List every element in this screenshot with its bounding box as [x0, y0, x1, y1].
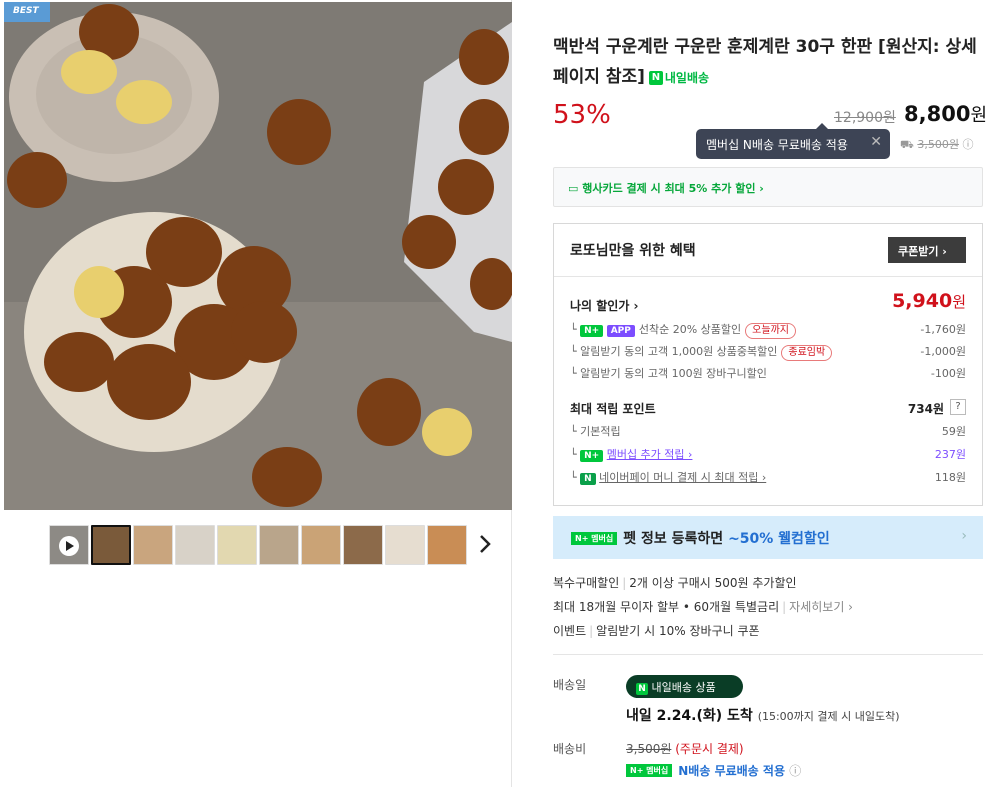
- benefit-heading: 로또님만을 위한 혜택: [570, 243, 696, 259]
- thumbnail-item[interactable]: [343, 525, 383, 565]
- chevron-right-icon[interactable]: [478, 533, 492, 555]
- shipping-fee: 3,500원 (주문시 결제): [626, 742, 744, 756]
- tomorrow-delivery-badge: N 내일배송 상품: [626, 675, 743, 698]
- membership-tooltip: 멤버십 N배송 무료배송 적용 ✕: [696, 123, 890, 159]
- discount-rate: 53%: [553, 100, 611, 130]
- help-icon[interactable]: ?: [950, 399, 966, 415]
- discount-row: └ 알림받기 동의 고객 1,000원 상품중복할인 종료임박 -1,000원: [570, 343, 966, 361]
- card-icon: ▭: [568, 182, 583, 195]
- shipping-fee-small: ⛟ 3,500원 ⓘ: [900, 138, 974, 151]
- delivery-date: 내일 2.24.(화) 도착 (15:00까지 결제 시 내일도착): [626, 708, 900, 724]
- membership-badge: N+ 멤버십: [571, 532, 618, 545]
- thumbnail-item[interactable]: [133, 525, 173, 565]
- product-main-image[interactable]: [4, 2, 512, 510]
- card-promo[interactable]: ▭ 행사카드 결제 시 최대 5% 추가 할인 ›: [553, 167, 983, 207]
- sale-price: 8,800원: [904, 102, 987, 126]
- nplus-badge: N+: [580, 450, 604, 462]
- coupon-button[interactable]: 쿠폰받기 ›: [888, 237, 966, 263]
- detail-link[interactable]: 자세히보기 ›: [789, 600, 853, 614]
- npay-icon: N: [580, 473, 596, 485]
- discount-row: └ 알림받기 동의 고객 100원 장바구니할인 -100원: [570, 367, 966, 380]
- nplus-badge: N+: [580, 325, 604, 337]
- best-badge: BEST: [4, 2, 50, 22]
- event-info: 이벤트 | 알림받기 시 10% 장바구니 쿠폰: [553, 624, 760, 638]
- close-icon[interactable]: ✕: [870, 134, 882, 150]
- n-delivery-icon: N: [636, 683, 648, 695]
- app-badge: APP: [606, 325, 635, 337]
- chevron-right-icon: ›: [961, 528, 967, 544]
- pet-promo-banner[interactable]: N+ 멤버십 펫 정보 등록하면 ~50% 웰컴할인 ›: [553, 516, 983, 559]
- membership-badge: N+ 멤버십: [626, 764, 673, 777]
- thumbnail-strip: [49, 525, 467, 565]
- thumbnail-item[interactable]: [427, 525, 467, 565]
- installment-info: 최대 18개월 무이자 할부 • 60개월 특별금리 | 자세히보기 ›: [553, 600, 853, 614]
- deadline-tag: 오늘까지: [745, 323, 796, 339]
- points-label: 최대 적립 포인트: [570, 402, 656, 416]
- thumbnail-item[interactable]: [385, 525, 425, 565]
- product-title: 맥반석 구운계란 구운란 훈제계란 30구 한판 [원산지: 상세페이지 참조]…: [553, 32, 983, 93]
- my-price-label[interactable]: 나의 할인가 ›: [570, 297, 639, 314]
- points-value: 734원: [907, 402, 944, 416]
- truck-icon: ⛟: [900, 138, 918, 151]
- n-shipping-free: N+ 멤버십 N배송 무료배송 적용 ⓘ: [626, 762, 801, 779]
- divider: [553, 654, 983, 655]
- points-row[interactable]: └ N 네이버페이 머니 결제 시 최대 적립 › 118원: [570, 469, 966, 487]
- product-gallery: BEST: [0, 0, 512, 787]
- info-icon[interactable]: ⓘ: [962, 138, 973, 151]
- discount-row: └ N+ APP 선착순 20% 상품할인 오늘까지 -1,760원: [570, 321, 966, 339]
- n-delivery-icon: N: [648, 71, 663, 85]
- info-icon[interactable]: ⓘ: [789, 764, 801, 778]
- shipping-fee-label: 배송비: [553, 742, 587, 756]
- delivery-badge: N 내일배송: [648, 63, 709, 93]
- benefit-box: 로또님만을 위한 혜택 쿠폰받기 › 나의 할인가 › 5,940원 └ N+ …: [553, 223, 983, 506]
- thumbnail-item[interactable]: [301, 525, 341, 565]
- original-price: 12,900원: [834, 110, 896, 126]
- multi-buy-info: 복수구매할인 | 2개 이상 구매시 500원 추가할인: [553, 576, 797, 590]
- thumbnail-item[interactable]: [217, 525, 257, 565]
- thumbnail-item[interactable]: [175, 525, 215, 565]
- thumbnail-video[interactable]: [49, 525, 89, 565]
- deadline-tag: 종료임박: [781, 345, 833, 361]
- points-row[interactable]: └ N+ 멤버십 추가 적립 › 237원: [570, 446, 966, 464]
- delivery-day-label: 배송일: [553, 678, 587, 692]
- divider: [554, 276, 982, 277]
- points-row: └ 기본적립 59원: [570, 425, 966, 438]
- thumbnail-item[interactable]: [91, 525, 131, 565]
- play-icon: [59, 536, 79, 556]
- my-price-value: 5,940원: [892, 290, 966, 312]
- thumbnail-item[interactable]: [259, 525, 299, 565]
